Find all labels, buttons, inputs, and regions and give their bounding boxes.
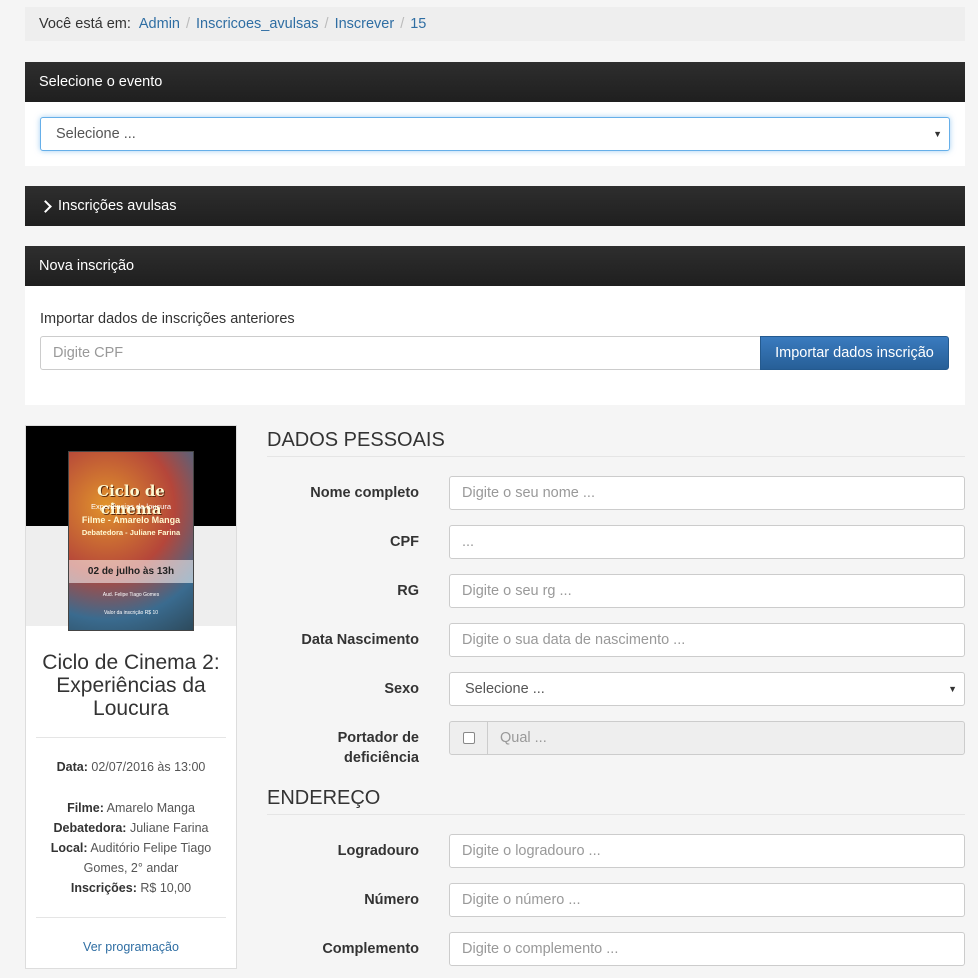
cpf-input[interactable]: ... — [449, 525, 965, 559]
sexo-select[interactable]: Selecione ... ▼ — [449, 672, 965, 706]
event-inscricoes: Inscrições: R$ 10,00 — [70, 881, 192, 895]
divider — [36, 737, 226, 738]
divider — [36, 917, 226, 918]
complemento-label: Complemento — [322, 941, 419, 957]
event-select-value: Selecione ... — [56, 126, 136, 142]
breadcrumb-lead: Você está em: — [39, 16, 131, 32]
event-debater: Debatedora: Juliane Farina — [53, 821, 209, 835]
poster-area: Ciclo de cinema Experiências da loucura … — [26, 426, 236, 631]
poster-price: Valor da inscrição R$ 10 — [103, 610, 159, 616]
caret-down-icon: ▼ — [933, 129, 942, 139]
import-cpf-placeholder: Digite CPF — [53, 345, 124, 361]
avulsas-panel-header[interactable]: Inscrições avulsas — [25, 186, 965, 226]
import-cpf-input[interactable]: Digite CPF — [40, 336, 761, 370]
caret-down-icon: ▼ — [948, 684, 957, 694]
sexo-select-value: Selecione ... — [465, 681, 545, 697]
numero-placeholder: Digite o número ... — [462, 892, 581, 908]
nova-inscricao-header: Nova inscrição — [25, 246, 965, 286]
nome-input[interactable]: Digite o seu nome ... — [449, 476, 965, 510]
rg-placeholder: Digite o seu rg ... — [462, 583, 572, 599]
nome-placeholder: Digite o seu nome ... — [462, 485, 595, 501]
event-panel-header: Selecione o evento — [25, 62, 965, 102]
event-panel-title: Selecione o evento — [39, 74, 163, 90]
rg-label: RG — [397, 583, 419, 599]
poster-venue: Aud. Felipe Tiago Gomes — [102, 592, 160, 598]
deficiencia-checkbox-addon — [449, 721, 488, 755]
event-title: Ciclo de Cinema 2: Experiências da Loucu… — [42, 651, 220, 720]
breadcrumb-inscrever[interactable]: Inscrever — [335, 16, 395, 32]
logradouro-placeholder: Digite o logradouro ... — [462, 843, 601, 859]
event-film: Filme: Amarelo Manga — [67, 801, 195, 815]
cpf-placeholder: ... — [462, 534, 475, 550]
event-details: Filme: Amarelo Manga Debatedora: Juliane… — [38, 798, 224, 898]
personal-section-title: DADOS PESSOAIS — [267, 429, 965, 457]
nascimento-input[interactable]: Digite o sua data de nascimento ... — [449, 623, 965, 657]
import-label: Importar dados de inscrições anteriores — [40, 311, 295, 327]
logradouro-input[interactable]: Digite o logradouro ... — [449, 834, 965, 868]
breadcrumb-admin[interactable]: Admin — [139, 16, 180, 32]
nova-inscricao-panel: Nova inscrição Importar dados de inscriç… — [25, 246, 965, 405]
event-card: Ciclo de cinema Experiências da loucura … — [25, 425, 237, 969]
breadcrumb-inscricoes-avulsas[interactable]: Inscricoes_avulsas — [196, 16, 319, 32]
nascimento-label: Data Nascimento — [301, 632, 419, 648]
poster-subtitle: Experiências da loucura — [90, 502, 172, 511]
breadcrumb-separator: / — [186, 16, 191, 32]
deficiencia-checkbox[interactable] — [462, 732, 475, 744]
address-section-title: ENDEREÇO — [267, 787, 965, 815]
breadcrumb: Você está em: Admin / Inscricoes_avulsas… — [25, 7, 965, 41]
avulsas-panel[interactable]: Inscrições avulsas — [25, 186, 965, 226]
poster-date: 02 de julho às 13h — [69, 560, 193, 583]
deficiencia-placeholder: Qual ... — [500, 730, 547, 746]
deficiencia-label: Portador de deficiência — [337, 730, 419, 766]
nova-inscricao-title: Nova inscrição — [39, 258, 135, 274]
event-local: Local: Auditório Felipe Tiago Gomes, 2° … — [50, 841, 212, 875]
avulsas-panel-title: Inscrições avulsas — [58, 198, 177, 214]
poster-debater: Debatedora - Juliane Farina — [81, 528, 181, 537]
breadcrumb-separator: / — [400, 16, 405, 32]
breadcrumb-separator: / — [324, 16, 329, 32]
deficiencia-qual-input: Qual ... — [487, 721, 965, 755]
nome-label: Nome completo — [310, 485, 419, 501]
ver-programacao-link[interactable]: Ver programação — [26, 940, 236, 954]
complemento-input[interactable]: Digite o complemento ... — [449, 932, 965, 966]
cpf-label: CPF — [390, 534, 419, 550]
logradouro-label: Logradouro — [337, 843, 419, 859]
rg-input[interactable]: Digite o seu rg ... — [449, 574, 965, 608]
chevron-right-icon — [39, 199, 52, 213]
nascimento-placeholder: Digite o sua data de nascimento ... — [462, 632, 686, 648]
event-select[interactable]: Selecione ... ▼ — [40, 117, 950, 151]
event-panel: Selecione o evento Selecione ... ▼ — [25, 62, 965, 166]
breadcrumb-current: 15 — [410, 16, 427, 32]
poster-film: Filme - Amarelo Manga — [81, 515, 181, 525]
poster-title: Ciclo de cinema — [97, 482, 165, 518]
event-poster-image: Ciclo de cinema Experiências da loucura … — [68, 451, 194, 631]
numero-input[interactable]: Digite o número ... — [449, 883, 965, 917]
numero-label: Número — [364, 892, 419, 908]
event-date: Data: 02/07/2016 às 13:00 — [56, 760, 206, 774]
complemento-placeholder: Digite o complemento ... — [462, 941, 619, 957]
import-button[interactable]: Importar dados inscrição — [760, 336, 949, 370]
sexo-label: Sexo — [384, 681, 419, 697]
